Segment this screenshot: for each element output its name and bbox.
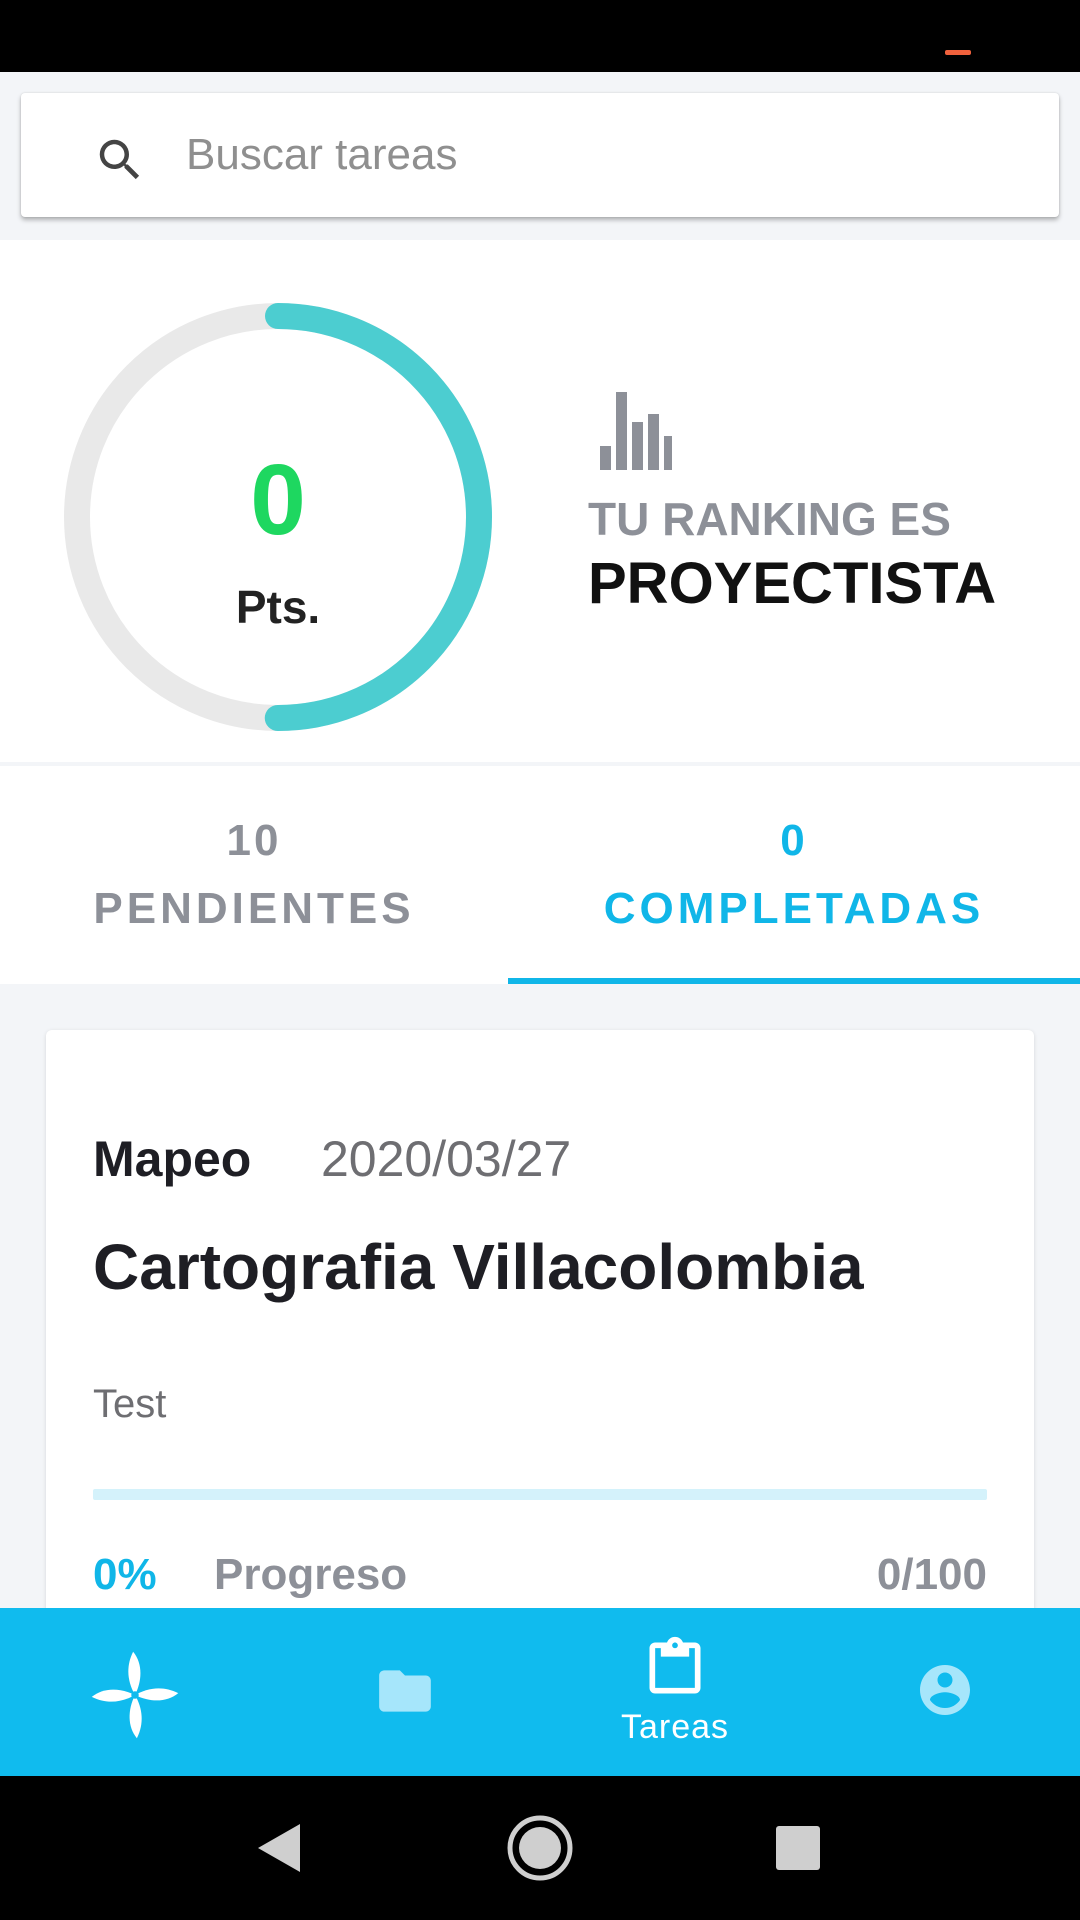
- task-progress-percent: 0%: [93, 1550, 157, 1599]
- bottom-navigation: Tareas: [0, 1608, 1080, 1776]
- pinwheel-logo-icon: [91, 1651, 179, 1739]
- recents-icon[interactable]: [776, 1826, 820, 1870]
- task-date: 2020/03/27: [321, 1131, 572, 1187]
- system-navigation-bar: [0, 1776, 1080, 1920]
- task-progress-bar: [93, 1489, 987, 1500]
- task-type: Mapeo: [93, 1131, 252, 1187]
- rank-caption: TU RANKING ES: [588, 493, 951, 545]
- tab-completed-label: COMPLETADAS: [603, 884, 985, 933]
- nav-home[interactable]: [0, 1608, 270, 1776]
- account-icon: [920, 1665, 970, 1715]
- folder-icon: [379, 1670, 431, 1712]
- status-bar: [0, 0, 1080, 72]
- tab-completed-count: 0: [780, 816, 808, 865]
- bar-chart-icon: [600, 392, 672, 470]
- points-unit: Pts.: [235, 581, 321, 633]
- task-progress-label: Progreso: [214, 1550, 408, 1599]
- score-panel: 0 Pts. TU RANKING ES PROYECTISTA: [0, 240, 1080, 762]
- tab-pending-count: 10: [226, 816, 282, 865]
- search-input[interactable]: [186, 115, 1006, 195]
- rank-title: PROYECTISTA: [588, 551, 997, 616]
- task-progress-count: 0/100: [876, 1550, 987, 1599]
- tab-pending-label: PENDIENTES: [93, 884, 415, 933]
- tab-pending[interactable]: 10 PENDIENTES: [0, 766, 508, 984]
- tab-completed[interactable]: 0 COMPLETADAS: [508, 766, 1080, 984]
- nav-folder[interactable]: [270, 1608, 540, 1776]
- task-description: Test: [93, 1382, 167, 1426]
- clipboard-icon: [649, 1636, 701, 1694]
- search-area: [0, 72, 1080, 240]
- nav-tareas[interactable]: Tareas: [540, 1608, 810, 1776]
- nav-profile[interactable]: [810, 1608, 1080, 1776]
- back-icon[interactable]: [252, 1820, 304, 1876]
- task-tabs: 10 PENDIENTES 0 COMPLETADAS: [0, 766, 1080, 984]
- task-card[interactable]: Mapeo 2020/03/27 Cartografia Villacolomb…: [46, 1030, 1034, 1608]
- search-box[interactable]: [21, 93, 1059, 217]
- status-indicator: [945, 50, 971, 55]
- search-icon[interactable]: [93, 133, 147, 187]
- nav-tareas-label: Tareas: [620, 1708, 730, 1746]
- task-title: Cartografia Villacolombia: [93, 1231, 864, 1303]
- task-list[interactable]: Mapeo 2020/03/27 Cartografia Villacolomb…: [0, 984, 1080, 1608]
- points-value: 0: [250, 444, 306, 556]
- home-icon[interactable]: [506, 1814, 574, 1882]
